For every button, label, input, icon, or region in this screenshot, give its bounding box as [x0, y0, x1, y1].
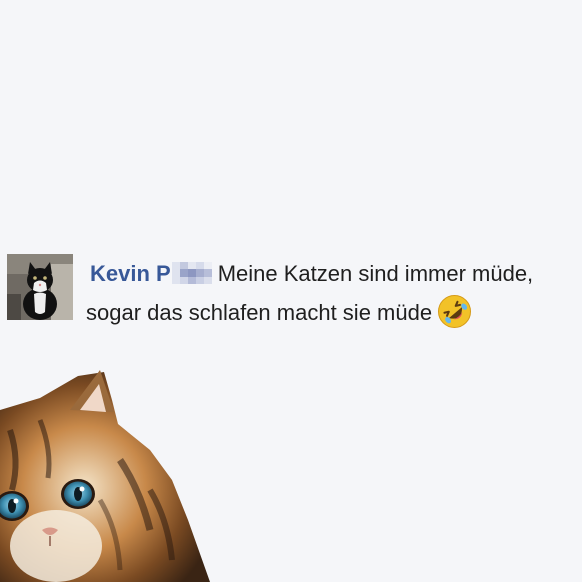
- author-name-link[interactable]: Kevin P: [90, 261, 171, 286]
- pixelated-censor: [171, 262, 212, 284]
- comment-body: Kevin P Meine Katzen sind immer müde, so…: [86, 254, 582, 332]
- avatar[interactable]: [7, 254, 73, 320]
- comment-line-1: Kevin P Meine Katzen sind immer müde,: [90, 254, 582, 293]
- comment-line-2: sogar das schlafen macht sie müde: [86, 293, 582, 332]
- comment-post: Kevin P Meine Katzen sind immer müde, so…: [0, 0, 582, 582]
- comment-text-line-1: Meine Katzen sind immer müde,: [217, 261, 534, 286]
- kitten-image: [0, 370, 210, 582]
- comment-text-line-2: sogar das schlafen macht sie müde: [86, 300, 433, 325]
- rolling-laughing-emoji-icon: [438, 295, 472, 328]
- avatar-cat-image: [7, 254, 73, 320]
